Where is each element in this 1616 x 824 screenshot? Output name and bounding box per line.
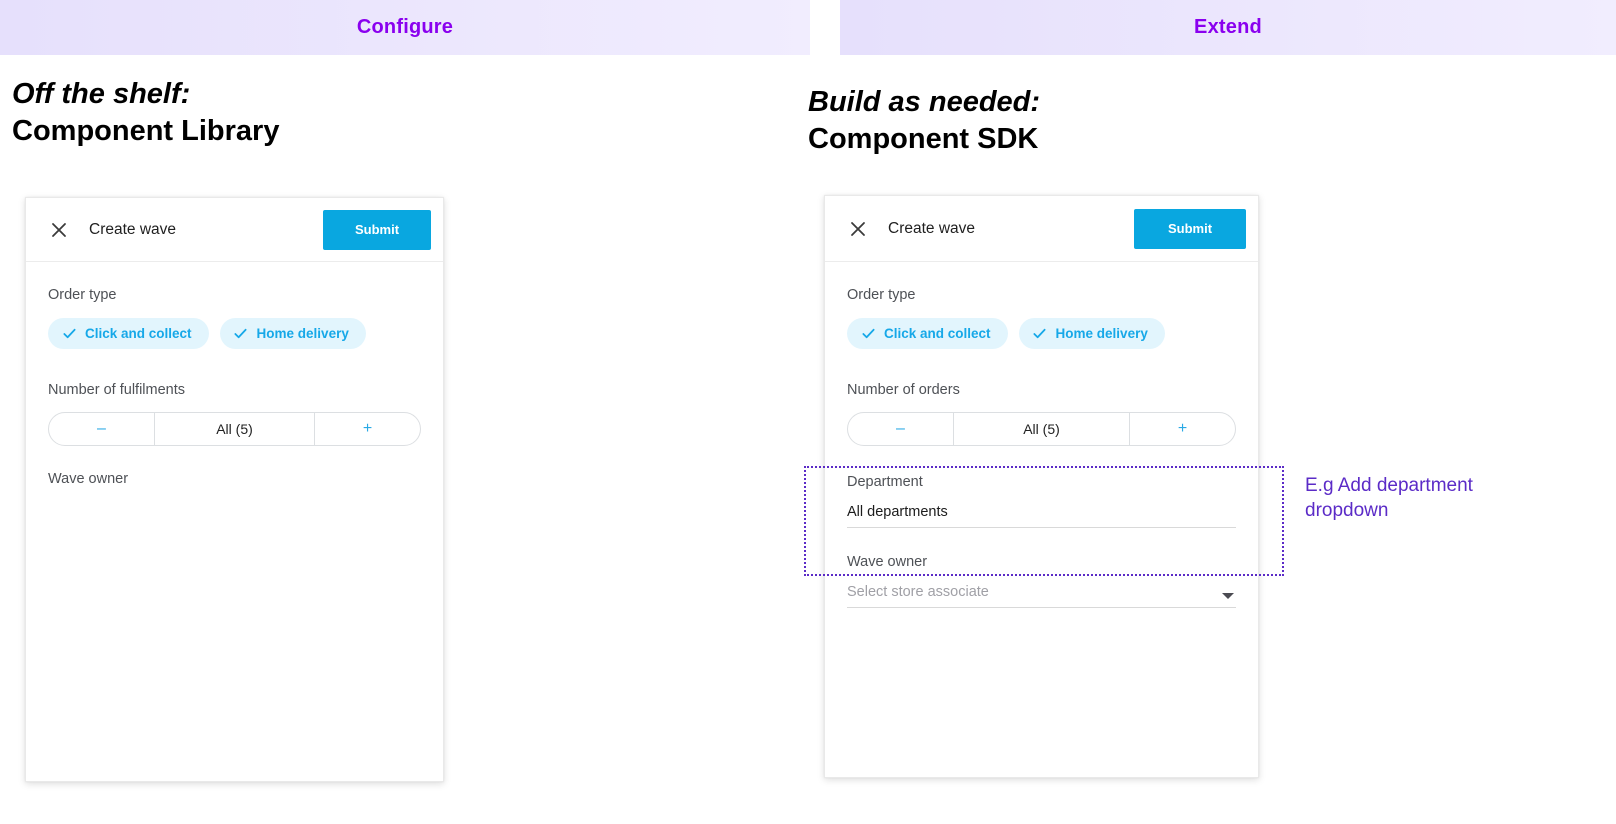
left-heading-kicker: Off the shelf: — [12, 78, 279, 110]
right-column-heading: Build as needed: Component SDK — [808, 86, 1040, 157]
check-icon — [233, 326, 249, 342]
department-select[interactable]: All departments — [847, 504, 1236, 528]
stepper-increment-button-left[interactable]: + — [315, 413, 420, 445]
component-sdk-card: Create wave Submit Order type Click and … — [824, 195, 1259, 778]
orders-stepper: – All (5) + — [847, 412, 1236, 446]
chip-label: Click and collect — [884, 326, 991, 341]
card-header-right: Create wave Submit — [825, 196, 1258, 262]
wave-owner-placeholder: Select store associate — [847, 584, 989, 600]
close-icon[interactable] — [48, 219, 70, 241]
card-title-left: Create wave — [89, 221, 176, 239]
stepper-decrement-button-left[interactable]: – — [49, 413, 154, 445]
configure-banner-label: Configure — [357, 16, 453, 39]
submit-button-left[interactable]: Submit — [323, 210, 431, 250]
annotation-line-2: dropdown — [1305, 498, 1565, 523]
fulfilments-stepper: – All (5) + — [48, 412, 421, 446]
check-icon — [1032, 326, 1048, 342]
stepper-decrement-button-right[interactable]: – — [848, 413, 953, 445]
close-icon[interactable] — [847, 218, 869, 240]
order-type-chip-row-right: Click and collect Home delivery — [847, 318, 1236, 349]
check-icon — [860, 326, 876, 342]
wave-owner-label-right: Wave owner — [847, 554, 1236, 570]
configure-banner: Configure — [0, 0, 810, 55]
submit-button-right[interactable]: Submit — [1134, 209, 1246, 249]
chip-label: Click and collect — [85, 326, 192, 341]
card-body-left: Order type Click and collect Home delive… — [26, 262, 443, 487]
department-field-group: Department All departments — [847, 446, 1236, 528]
chip-home-delivery-left[interactable]: Home delivery — [220, 318, 366, 349]
wave-owner-select[interactable]: Select store associate — [847, 584, 1236, 608]
stepper-value-left[interactable]: All (5) — [154, 413, 315, 445]
spacer — [48, 446, 421, 471]
wave-owner-label-left: Wave owner — [48, 471, 421, 487]
right-heading-title: Component SDK — [808, 123, 1040, 157]
check-icon — [61, 326, 77, 342]
spacer — [847, 528, 1236, 554]
extend-banner-label: Extend — [1194, 16, 1262, 39]
spacer — [847, 349, 1236, 382]
extend-banner: Extend — [840, 0, 1616, 55]
number-of-orders-label: Number of orders — [847, 382, 1236, 398]
stepper-value-right[interactable]: All (5) — [953, 413, 1130, 445]
component-library-card: Create wave Submit Order type Click and … — [25, 197, 444, 782]
order-type-label-right: Order type — [847, 287, 1236, 303]
order-type-chip-row-left: Click and collect Home delivery — [48, 318, 421, 349]
stepper-increment-button-right[interactable]: + — [1130, 413, 1235, 445]
number-of-fulfilments-label: Number of fulfilments — [48, 382, 421, 398]
annotation-add-department-dropdown: E.g Add department dropdown — [1305, 473, 1565, 523]
spacer — [48, 349, 421, 382]
chip-click-and-collect-right[interactable]: Click and collect — [847, 318, 1008, 349]
chevron-down-icon — [1222, 593, 1234, 599]
card-body-right: Order type Click and collect Home delive… — [825, 262, 1258, 608]
chip-label: Home delivery — [257, 326, 349, 341]
chip-label: Home delivery — [1056, 326, 1148, 341]
card-header-left: Create wave Submit — [26, 198, 443, 262]
right-heading-kicker: Build as needed: — [808, 86, 1040, 118]
department-label: Department — [847, 474, 1236, 490]
chip-home-delivery-right[interactable]: Home delivery — [1019, 318, 1165, 349]
left-column-heading: Off the shelf: Component Library — [12, 78, 279, 149]
chip-click-and-collect-left[interactable]: Click and collect — [48, 318, 209, 349]
annotation-line-1: E.g Add department — [1305, 473, 1565, 498]
left-heading-title: Component Library — [12, 115, 279, 149]
card-title-right: Create wave — [888, 220, 975, 238]
order-type-label-left: Order type — [48, 287, 421, 303]
